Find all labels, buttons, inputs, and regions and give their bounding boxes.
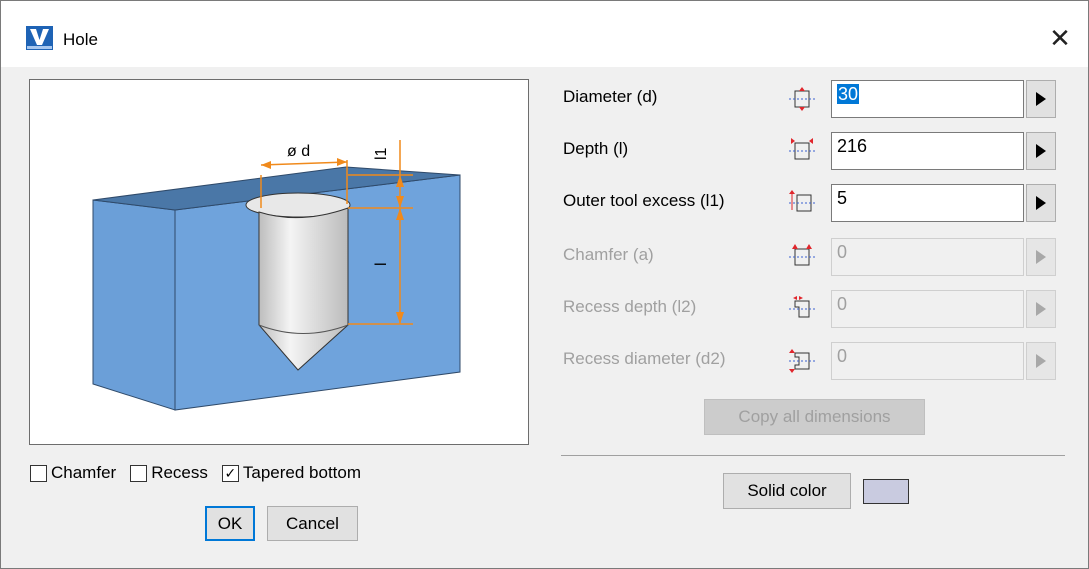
chamfer-checkbox[interactable]: Chamfer bbox=[30, 463, 116, 483]
app-logo-icon bbox=[26, 26, 53, 50]
checkmark-icon: ✓ bbox=[224, 465, 237, 481]
hole-illustration: ø d l l1 bbox=[92, 140, 461, 411]
play-arrow-icon bbox=[1036, 92, 1046, 106]
recess-diameter-input[interactable]: 0 bbox=[831, 342, 1024, 380]
diameter-row: Diameter (d) 30 bbox=[563, 79, 1063, 119]
recess-depth-label-text: Recess depth (l2) bbox=[563, 297, 697, 316]
recess-depth-icon bbox=[789, 296, 815, 318]
recess-depth-arrow-button[interactable] bbox=[1026, 290, 1056, 328]
depth-arrow-button[interactable] bbox=[1026, 132, 1056, 170]
depth-row: Depth (l) 216 bbox=[563, 131, 1063, 171]
diameter-arrow-button[interactable] bbox=[1026, 80, 1056, 118]
option-checkboxes: Chamfer Recess ✓ Tapered bottom bbox=[30, 463, 361, 483]
recess-checkbox[interactable]: Recess bbox=[130, 463, 208, 483]
outer-excess-icon bbox=[789, 190, 815, 212]
chamfer-input[interactable]: 0 bbox=[831, 238, 1024, 276]
separator-line bbox=[561, 455, 1065, 456]
outer-excess-row: Outer tool excess (l1) 5 bbox=[563, 183, 1063, 223]
chamfer-checkbox-box[interactable] bbox=[30, 464, 47, 482]
chamfer-icon bbox=[789, 244, 815, 266]
recess-diameter-arrow-button[interactable] bbox=[1026, 342, 1056, 380]
cancel-button[interactable]: Cancel bbox=[267, 506, 358, 541]
chamfer-arrow-button[interactable] bbox=[1026, 238, 1056, 276]
recess-depth-input-value: 0 bbox=[837, 294, 848, 314]
hole-dialog: Hole ✕ ø d l l1 Chamfer Recess ✓ Tapered… bbox=[0, 0, 1089, 569]
chamfer-checkbox-label: Chamfer bbox=[51, 463, 117, 482]
diameter-input-value: 30 bbox=[837, 84, 860, 104]
recess-diameter-row: Recess diameter (d2) 0 bbox=[563, 341, 1063, 381]
diameter-input[interactable]: 30 bbox=[831, 80, 1024, 118]
recess-diameter-icon bbox=[789, 349, 815, 373]
recess-checkbox-label: Recess bbox=[151, 463, 208, 482]
play-arrow-icon bbox=[1036, 144, 1046, 158]
outer-excess-input-value: 5 bbox=[837, 188, 848, 208]
diameter-icon bbox=[789, 87, 815, 111]
depth-input[interactable]: 216 bbox=[831, 132, 1024, 170]
copy-all-dimensions-label: Copy all dimensions bbox=[738, 407, 891, 426]
copy-all-dimensions-button[interactable]: Copy all dimensions bbox=[704, 399, 925, 435]
depth-icon bbox=[789, 138, 815, 160]
outer-excess-label-text: Outer tool excess (l1) bbox=[563, 191, 725, 210]
depth-label-text: Depth (l) bbox=[563, 139, 629, 158]
depth-label: l bbox=[373, 262, 390, 266]
play-arrow-icon bbox=[1036, 354, 1046, 368]
play-arrow-icon bbox=[1036, 250, 1046, 264]
play-arrow-icon bbox=[1036, 196, 1046, 210]
ok-button[interactable]: OK bbox=[205, 506, 255, 541]
recess-depth-row: Recess depth (l2) 0 bbox=[563, 289, 1063, 329]
close-icon: ✕ bbox=[1049, 22, 1071, 53]
cancel-button-label: Cancel bbox=[286, 513, 339, 533]
chamfer-input-value: 0 bbox=[837, 242, 848, 262]
close-button[interactable]: ✕ bbox=[1032, 15, 1088, 61]
depth-input-value: 216 bbox=[837, 136, 868, 156]
diameter-label-text: Diameter (d) bbox=[563, 87, 658, 106]
ok-button-label: OK bbox=[217, 513, 243, 533]
solid-color-button[interactable]: Solid color bbox=[723, 473, 851, 509]
outer-excess-input[interactable]: 5 bbox=[831, 184, 1024, 222]
title-bar: Hole ✕ bbox=[1, 1, 1088, 67]
window-title: Hole bbox=[63, 30, 98, 49]
recess-depth-input[interactable]: 0 bbox=[831, 290, 1024, 328]
recess-diameter-label-text: Recess diameter (d2) bbox=[563, 349, 726, 368]
play-arrow-icon bbox=[1036, 302, 1046, 316]
recess-checkbox-box[interactable] bbox=[130, 464, 148, 482]
solid-color-swatch[interactable] bbox=[863, 479, 909, 504]
solid-color-label: Solid color bbox=[747, 481, 827, 500]
hole-preview-image: ø d l l1 bbox=[29, 79, 529, 445]
chamfer-row: Chamfer (a) 0 bbox=[563, 237, 1063, 277]
excess-label: l1 bbox=[373, 147, 390, 160]
tapered-bottom-checkbox[interactable]: ✓ Tapered bottom bbox=[221, 463, 362, 483]
recess-diameter-input-value: 0 bbox=[837, 346, 848, 366]
chamfer-label-text: Chamfer (a) bbox=[563, 245, 654, 264]
outer-excess-arrow-button[interactable] bbox=[1026, 184, 1056, 222]
diameter-label: ø d bbox=[287, 143, 310, 160]
tapered-bottom-checkbox-label: Tapered bottom bbox=[242, 463, 362, 482]
tapered-bottom-checkbox-box[interactable]: ✓ bbox=[221, 464, 239, 482]
